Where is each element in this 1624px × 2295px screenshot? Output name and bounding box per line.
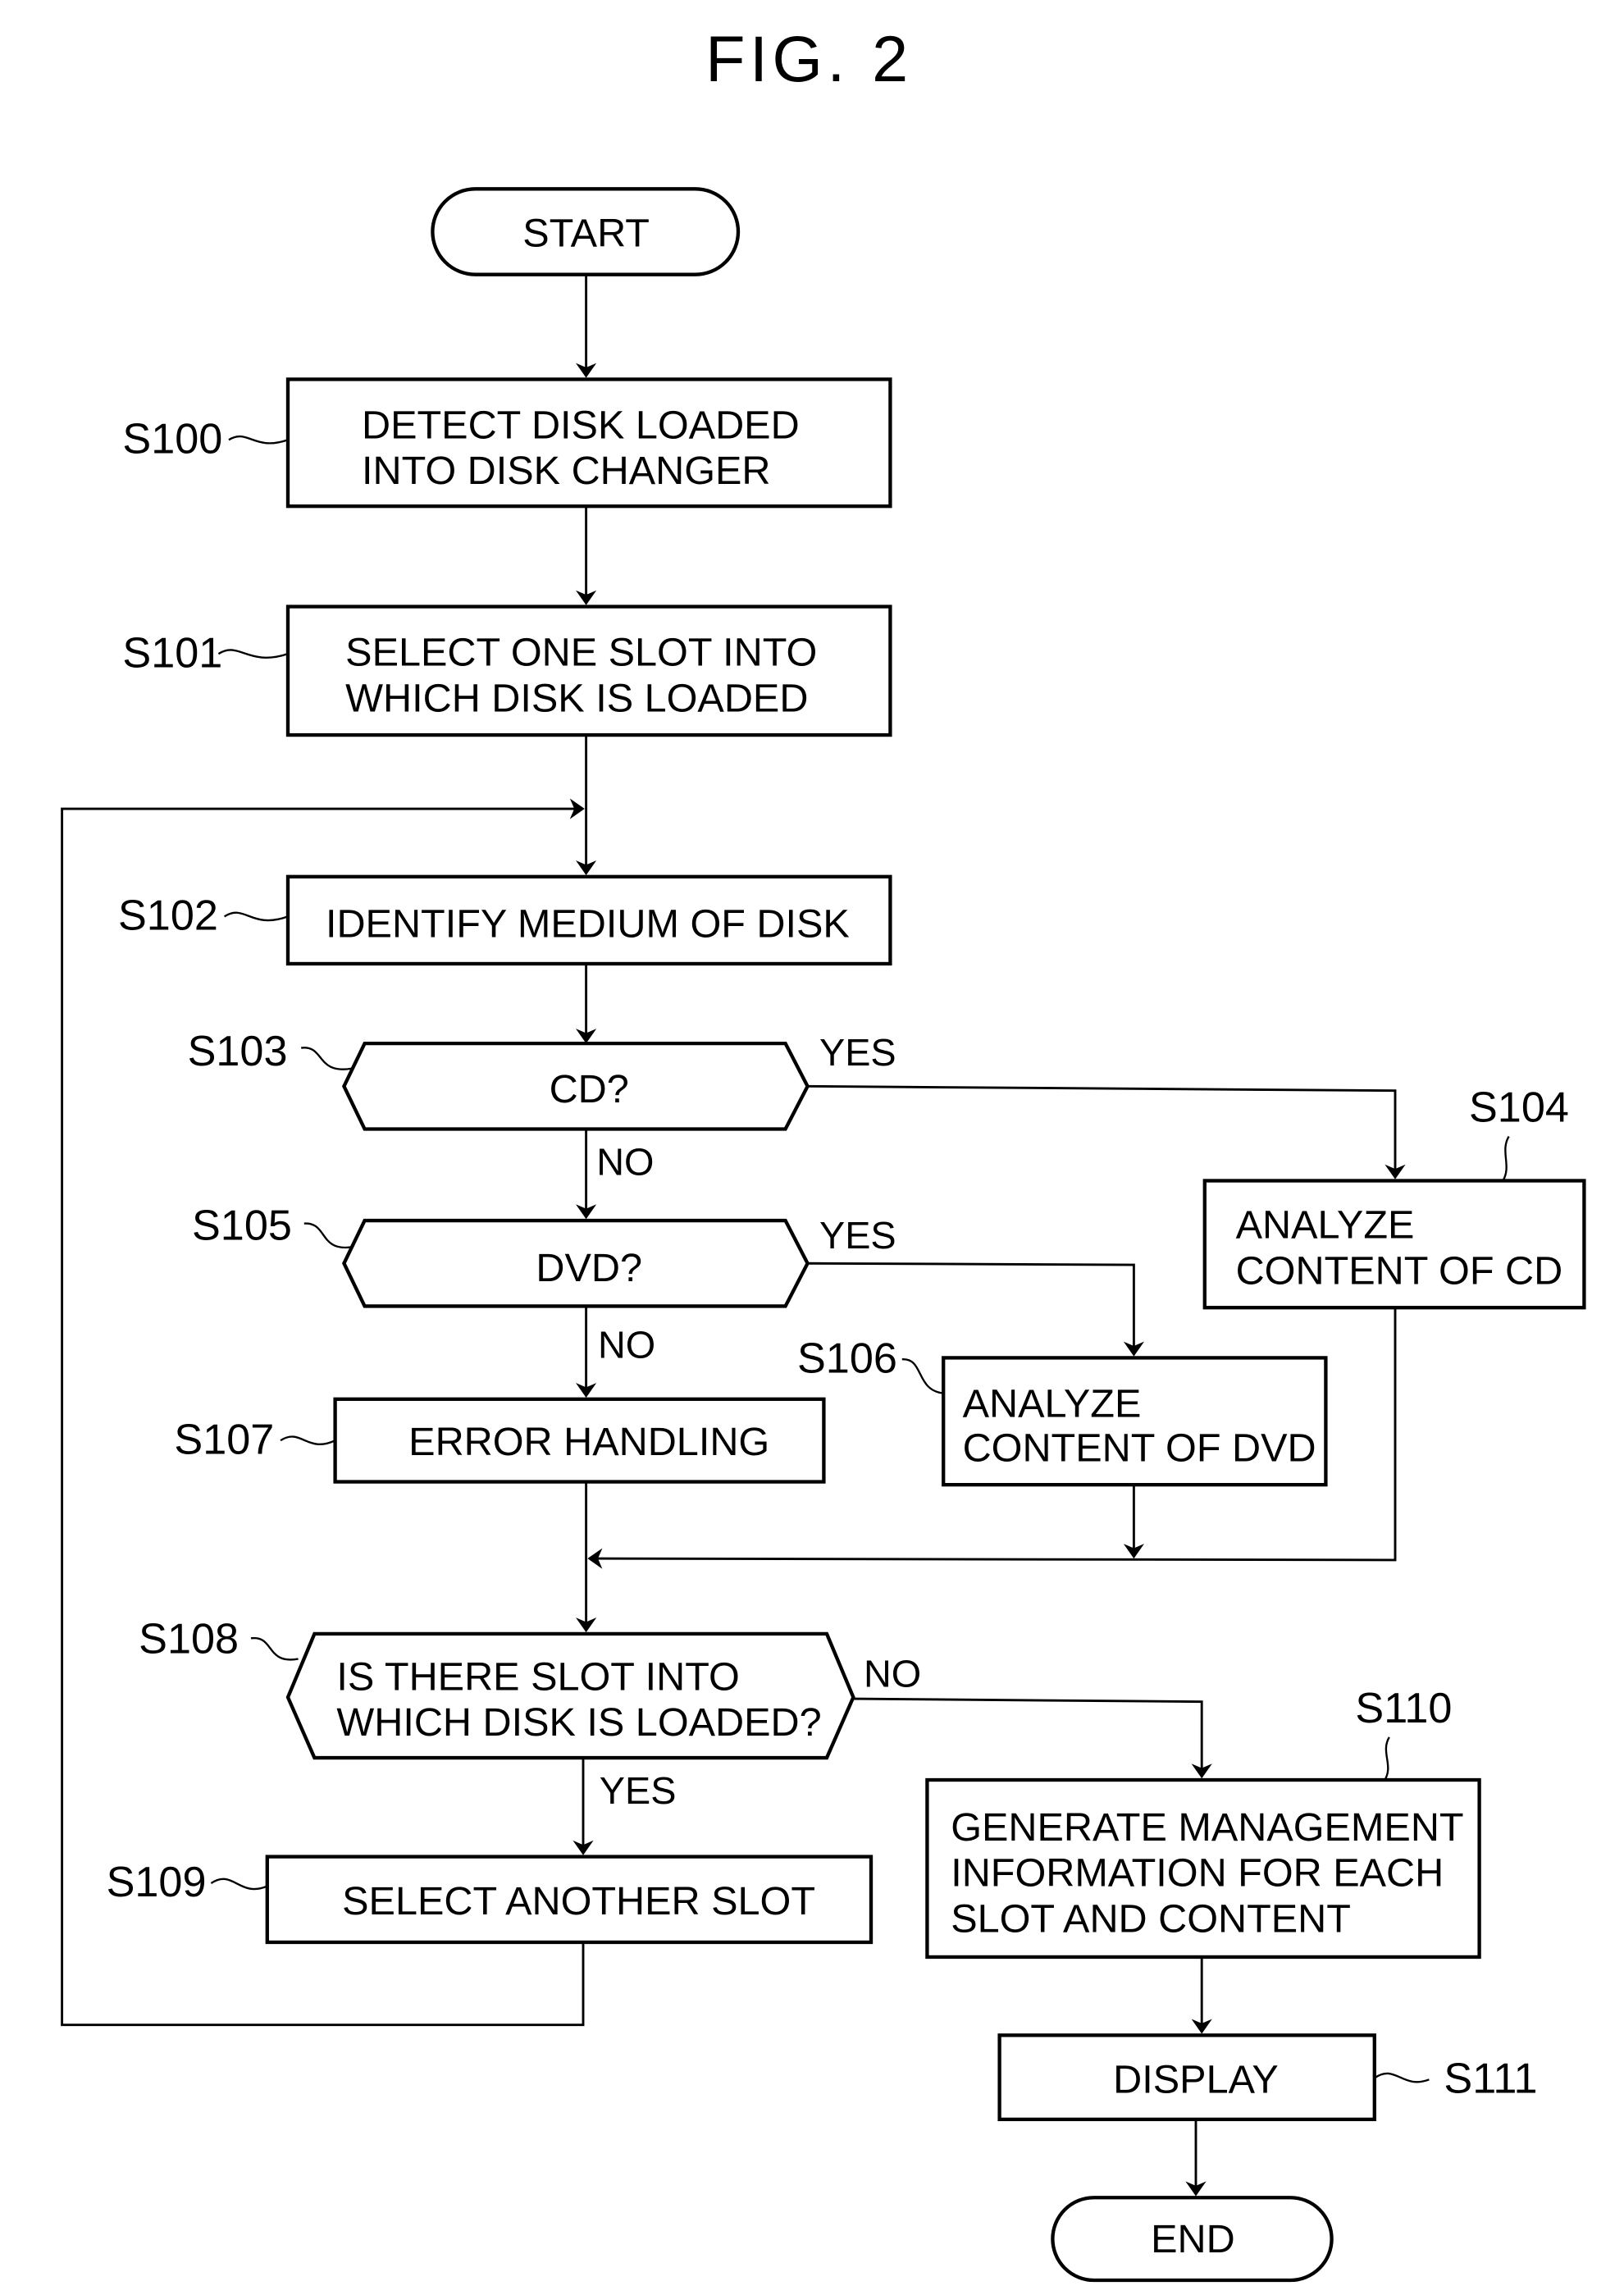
- s103-leader: [301, 1047, 352, 1070]
- s103-text: CD?: [550, 1067, 629, 1111]
- s109-step-label: S109: [107, 1859, 207, 1906]
- s106-step-label: S106: [797, 1335, 897, 1382]
- s108-text-line2: WHICH DISK IS LOADED?: [336, 1700, 821, 1745]
- s101-text-line1: SELECT ONE SLOT INTO: [345, 631, 817, 675]
- s106-leader: [901, 1358, 944, 1394]
- s101-text-line2: WHICH DISK IS LOADED: [345, 676, 808, 720]
- decision-s105: DVD? S105 YES NO: [192, 1202, 896, 1366]
- s106-text-line2: CONTENT OF DVD: [963, 1426, 1316, 1470]
- s102-leader: [223, 911, 289, 922]
- s109-text: SELECT ANOTHER SLOT: [342, 1879, 815, 1923]
- s100-leader: [228, 435, 289, 445]
- s103-yes-label: YES: [819, 1031, 896, 1074]
- edge-s108-s110-no: [853, 1697, 1212, 1779]
- step-s100: DETECT DISK LOADED INTO DISK CHANGER S10…: [122, 377, 892, 509]
- s111-text: DISPLAY: [1113, 2057, 1279, 2101]
- edge-s103-s104-yes: [807, 1084, 1406, 1179]
- step-s102: IDENTIFY MEDIUM OF DISK S102: [118, 874, 892, 966]
- s101-step-label: S101: [122, 629, 222, 677]
- s108-step-label: S108: [139, 1615, 239, 1663]
- s100-text-line2: INTO DISK CHANGER: [362, 449, 771, 493]
- s102-text: IDENTIFY MEDIUM OF DISK: [326, 902, 850, 947]
- s105-yes-label: YES: [819, 1214, 896, 1257]
- s100-step-label: S100: [122, 415, 222, 463]
- s110-text-line1: GENERATE MANAGEMENT: [951, 1805, 1463, 1850]
- s108-yes-label: YES: [600, 1769, 677, 1812]
- s109-leader: [210, 1878, 268, 1891]
- s110-text-line3: SLOT AND CONTENT: [951, 1896, 1351, 1941]
- end-text: END: [1151, 2217, 1235, 2261]
- s104-step-label: S104: [1469, 1084, 1569, 1132]
- s110-step-label: S110: [1355, 1685, 1452, 1732]
- s107-leader: [280, 1435, 336, 1445]
- s100-text-line1: DETECT DISK LOADED: [362, 403, 800, 447]
- flowchart-figure: FIG. 2 START DETECT DISK LOADED INTO DIS…: [61, 22, 1586, 2283]
- s108-text-line1: IS THERE SLOT INTO: [336, 1654, 739, 1699]
- step-s110: GENERATE MANAGEMENT INFORMATION FOR EACH…: [925, 1685, 1481, 1960]
- s108-no-label: NO: [864, 1653, 921, 1695]
- figure-title: FIG. 2: [705, 22, 912, 95]
- s104-text-line1: ANALYZE: [1236, 1203, 1415, 1248]
- s111-leader: [1374, 2072, 1430, 2083]
- s105-leader: [303, 1222, 352, 1249]
- s111-step-label: S111: [1444, 2055, 1537, 2102]
- step-s101: SELECT ONE SLOT INTO WHICH DISK IS LOADE…: [122, 605, 892, 737]
- s105-text: DVD?: [536, 1246, 642, 1290]
- s105-step-label: S105: [192, 1202, 292, 1249]
- s110-text-line2: INFORMATION FOR EACH: [951, 1851, 1444, 1896]
- end-terminal: END: [1051, 2196, 1334, 2283]
- s107-text: ERROR HANDLING: [408, 1420, 769, 1464]
- step-s106: ANALYZE CONTENT OF DVD S106: [797, 1335, 1328, 1487]
- start-text: START: [522, 212, 650, 256]
- start-terminal: START: [431, 187, 741, 276]
- s102-step-label: S102: [118, 892, 218, 940]
- s101-leader: [217, 649, 289, 659]
- s110-leader: [1384, 1736, 1390, 1781]
- s105-no-label: NO: [598, 1323, 655, 1366]
- s104-leader: [1502, 1135, 1510, 1182]
- s108-leader: [250, 1637, 299, 1661]
- s103-step-label: S103: [188, 1028, 288, 1075]
- s107-step-label: S107: [174, 1416, 274, 1463]
- decision-s108: IS THERE SLOT INTO WHICH DISK IS LOADED?…: [139, 1615, 921, 1812]
- step-s109: SELECT ANOTHER SLOT S109: [107, 1855, 874, 1945]
- s104-text-line2: CONTENT OF CD: [1236, 1248, 1563, 1293]
- step-s107: ERROR HANDLING S107: [174, 1397, 826, 1484]
- decision-s103: CD? S103 YES NO: [188, 1028, 896, 1183]
- s103-no-label: NO: [596, 1140, 654, 1183]
- step-s111: DISPLAY S111: [997, 2033, 1538, 2122]
- s106-text-line1: ANALYZE: [963, 1381, 1142, 1426]
